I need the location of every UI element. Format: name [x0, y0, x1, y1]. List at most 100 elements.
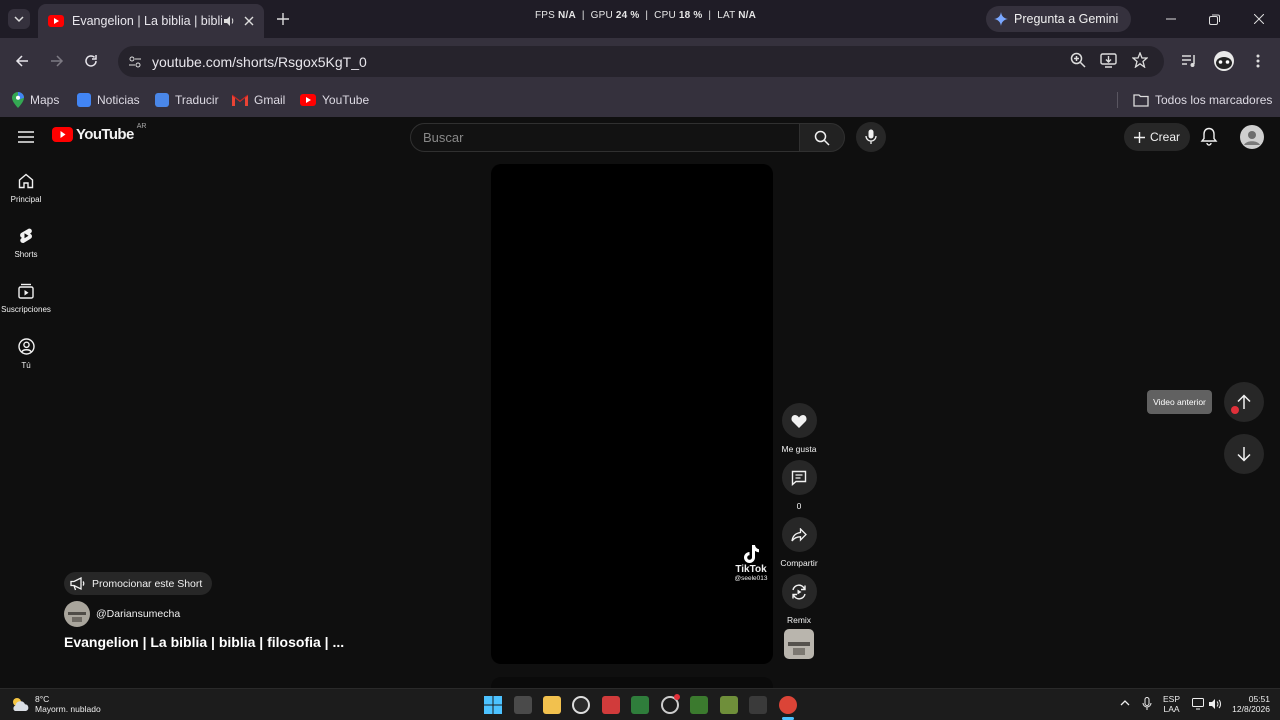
site-info-icon[interactable]: [128, 55, 142, 69]
youtube-logo[interactable]: YouTube AR: [52, 123, 146, 143]
zoom-icon[interactable]: [1070, 52, 1086, 68]
gemini-button[interactable]: Pregunta a Gemini: [986, 6, 1131, 32]
guide-item-principal[interactable]: Principal: [0, 173, 52, 204]
remix-action[interactable]: Remix: [781, 574, 817, 625]
like-button[interactable]: [781, 403, 817, 438]
url-text: youtube.com/shorts/Rsgox5KgT_0: [152, 53, 367, 70]
next-video-button[interactable]: [1224, 434, 1264, 474]
short-video-player[interactable]: TikTok @seele013: [491, 164, 773, 664]
comments-count: 0: [796, 501, 802, 511]
translate-icon: [155, 93, 169, 107]
minimize-button[interactable]: [1156, 8, 1186, 30]
fps-value: N/A: [558, 10, 576, 21]
task-view-icon[interactable]: [514, 696, 532, 714]
new-tab-button[interactable]: [274, 10, 292, 28]
language-indicator[interactable]: ESP LAA: [1163, 694, 1180, 714]
cloudy-weather-icon: [13, 698, 29, 711]
chrome-icon[interactable]: [779, 696, 797, 714]
account-avatar[interactable]: [1240, 125, 1264, 149]
guide-item-shorts[interactable]: Shorts: [0, 228, 52, 259]
voice-search-button[interactable]: [856, 122, 886, 152]
channel-info[interactable]: @Dariansumecha: [64, 601, 180, 627]
windows-taskbar: 8°C Mayorm. nublado ESP LAA 05:51 12/8/2…: [0, 688, 1280, 720]
home-icon: [18, 173, 34, 189]
minecraft-icon[interactable]: [720, 696, 738, 714]
share-action[interactable]: Compartir: [780, 517, 818, 568]
guide-item-suscripciones[interactable]: Suscripciones: [0, 283, 52, 314]
bookmark-label: Gmail: [254, 93, 286, 107]
like-action[interactable]: Me gusta: [781, 403, 817, 454]
bookmarks-divider: [1117, 92, 1118, 108]
arrow-left-icon: [15, 55, 28, 67]
media-queue-icon: [1182, 55, 1195, 67]
short-title[interactable]: Evangelion | La biblia | biblia | filoso…: [64, 634, 344, 650]
share-icon: [791, 527, 807, 542]
tab-search-button[interactable]: [8, 9, 30, 29]
notification-dot: [674, 694, 680, 700]
xbox-icon[interactable]: [749, 696, 767, 714]
thumbnail-detail: [793, 648, 805, 655]
bookmark-label: Noticias: [97, 93, 140, 107]
address-bar[interactable]: youtube.com/shorts/Rsgox5KgT_0: [118, 46, 1164, 77]
news-icon: [77, 93, 91, 107]
media-controls-button[interactable]: [1175, 47, 1203, 75]
speaker-icon[interactable]: [222, 14, 236, 28]
bookmark-gmail[interactable]: Gmail: [232, 90, 285, 110]
clock[interactable]: 05:51 12/8/2026: [1228, 694, 1270, 714]
audio-thumbnail[interactable]: [784, 629, 814, 659]
arrow-right-icon: [51, 55, 64, 67]
volume-icon[interactable]: [1208, 698, 1222, 710]
forward-button[interactable]: [43, 47, 71, 75]
channel-avatar[interactable]: [64, 601, 90, 627]
reload-icon: [85, 55, 97, 67]
all-bookmarks-button[interactable]: Todos los marcadores: [1133, 90, 1272, 110]
weather-widget[interactable]: 8°C Mayorm. nublado: [10, 694, 101, 714]
close-tab-icon[interactable]: [244, 16, 254, 26]
share-button[interactable]: [781, 517, 817, 552]
gemini-label: Pregunta a Gemini: [1014, 12, 1119, 26]
guide-menu-button[interactable]: [14, 129, 38, 145]
promote-short-button[interactable]: Promocionar este Short: [64, 572, 213, 595]
profile-avatar-icon: [1214, 51, 1234, 71]
notifications-button[interactable]: [1200, 127, 1218, 146]
start-button[interactable]: [484, 696, 502, 714]
bookmark-noticias[interactable]: Noticias: [77, 90, 140, 110]
previous-video-button[interactable]: [1224, 382, 1264, 422]
file-explorer-icon[interactable]: [543, 696, 561, 714]
create-label: Crear: [1149, 130, 1180, 144]
microphone-tray-icon[interactable]: [1142, 697, 1152, 711]
restore-button[interactable]: [1199, 8, 1229, 30]
jetbrains-icon[interactable]: [631, 696, 649, 714]
remix-button[interactable]: [781, 574, 817, 609]
close-window-button[interactable]: [1244, 8, 1274, 30]
tab-active[interactable]: Evangelion | La biblia | biblia: [38, 4, 264, 38]
browser-menu-button[interactable]: [1244, 47, 1272, 75]
weather-temp: 8°C: [35, 694, 50, 704]
bookmark-star-icon[interactable]: [1132, 52, 1148, 68]
channel-handle[interactable]: @Dariansumecha: [96, 608, 180, 620]
create-button[interactable]: Crear: [1124, 123, 1190, 151]
android-studio-icon[interactable]: [690, 696, 708, 714]
comments-action[interactable]: 0: [781, 460, 817, 511]
bookmark-maps[interactable]: Maps: [12, 90, 59, 110]
guide-item-label: Shorts: [14, 250, 38, 259]
gaming-app-icon[interactable]: [602, 696, 620, 714]
guide-item-label: Principal: [10, 195, 42, 204]
search-input[interactable]: Buscar: [410, 123, 800, 152]
bookmark-traducir[interactable]: Traducir: [155, 90, 219, 110]
install-app-icon[interactable]: [1100, 52, 1117, 68]
network-icon[interactable]: [1192, 698, 1206, 710]
heart-icon: [791, 414, 807, 428]
comments-button[interactable]: [781, 460, 817, 495]
reload-button[interactable]: [77, 47, 105, 75]
media-player-icon[interactable]: [572, 696, 590, 714]
back-button[interactable]: [8, 47, 36, 75]
bell-icon: [1200, 127, 1218, 146]
search-button[interactable]: [799, 123, 845, 152]
tiktok-watermark: TikTok @seele013: [731, 544, 771, 582]
bookmark-youtube[interactable]: YouTube: [300, 90, 369, 110]
show-hidden-icons-button[interactable]: [1120, 699, 1130, 707]
guide-item-tu[interactable]: Tú: [0, 338, 52, 370]
tiktok-logo-icon: [744, 545, 759, 563]
profile-avatar-button[interactable]: [1210, 47, 1238, 75]
